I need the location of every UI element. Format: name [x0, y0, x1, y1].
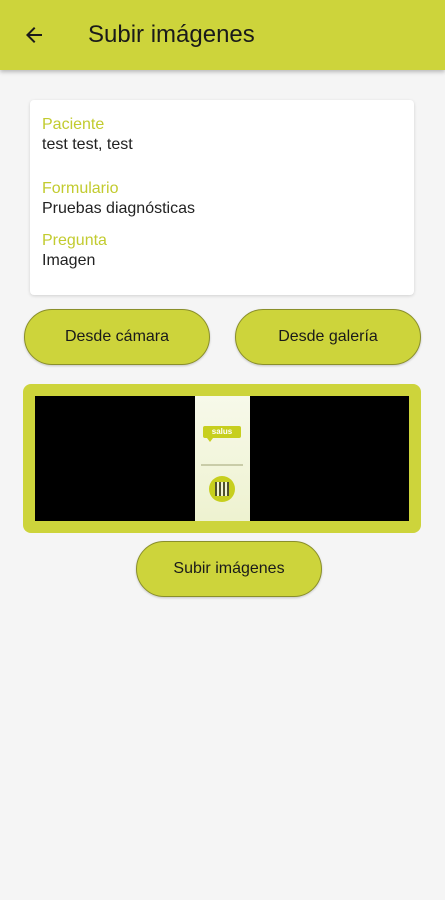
question-label: Pregunta: [42, 232, 107, 249]
info-card: Paciente test test, test Formulario Prue…: [30, 100, 414, 295]
gallery-button[interactable]: Desde galería: [235, 309, 421, 365]
logo-tail-icon: [207, 438, 213, 442]
camera-button[interactable]: Desde cámara: [24, 309, 210, 365]
image-preview-frame[interactable]: salus: [23, 384, 421, 533]
arrow-left-icon: [26, 27, 42, 43]
patient-label: Paciente: [42, 116, 105, 133]
salus-logo: salus: [203, 426, 241, 438]
patient-value: test test, test: [42, 136, 133, 153]
question-value: Imagen: [42, 252, 96, 269]
form-label: Formulario: [42, 180, 119, 197]
page-title: Subir imágenes: [88, 21, 255, 48]
app-bar: Subir imágenes: [0, 0, 445, 70]
upload-images-button[interactable]: Subir imágenes: [136, 541, 322, 597]
image-preview: salus: [35, 396, 409, 521]
back-button[interactable]: [10, 11, 58, 59]
thumbnail-text-line: [201, 464, 243, 466]
qr-code-icon: [209, 476, 235, 502]
image-thumbnail: salus: [195, 396, 250, 521]
form-value: Pruebas diagnósticas: [42, 200, 195, 217]
